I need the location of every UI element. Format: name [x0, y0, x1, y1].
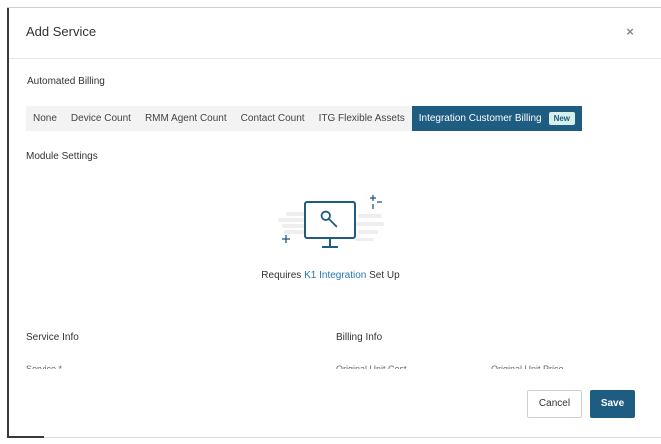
monitor-wrench-icon — [272, 190, 392, 254]
tab-device-count[interactable]: Device Count — [64, 106, 138, 131]
service-info-label: Service Info — [26, 332, 79, 343]
tab-label: Integration Customer Billing — [418, 113, 542, 124]
new-badge: New — [548, 112, 576, 125]
original-unit-cost-label: Original Unit Cost — [336, 365, 407, 369]
requires-integration-message: Requires K1 Integration Set Up — [0, 270, 661, 281]
automated-billing-label: Automated Billing — [27, 76, 105, 87]
k1-integration-link[interactable]: K1 Integration — [304, 270, 366, 281]
modal-bottom-left-border — [7, 436, 44, 438]
modal-bottom-border — [44, 437, 661, 438]
original-unit-price-label: Original Unit Price — [491, 365, 564, 369]
modal-title: Add Service — [26, 24, 97, 39]
billing-type-tabs: None Device Count RMM Agent Count Contac… — [26, 106, 583, 131]
tab-rmm-agent-count[interactable]: RMM Agent Count — [138, 106, 234, 131]
tab-integration-customer-billing[interactable]: Integration Customer Billing New — [411, 106, 583, 131]
module-settings-label: Module Settings — [26, 151, 98, 162]
close-icon[interactable]: × — [622, 24, 638, 40]
requires-suffix: Set Up — [369, 270, 400, 281]
modal-top-border — [7, 7, 661, 8]
save-button[interactable]: Save — [590, 390, 635, 418]
tab-contact-count[interactable]: Contact Count — [234, 106, 312, 131]
header-divider — [9, 58, 661, 59]
service-field-label: Service * — [26, 365, 62, 369]
tab-none[interactable]: None — [26, 106, 64, 131]
requires-prefix: Requires — [261, 270, 302, 281]
billing-info-label: Billing Info — [336, 332, 383, 343]
modal-left-border — [7, 8, 9, 436]
cancel-button[interactable]: Cancel — [527, 390, 582, 418]
tab-itg-flexible-assets[interactable]: ITG Flexible Assets — [312, 106, 412, 131]
